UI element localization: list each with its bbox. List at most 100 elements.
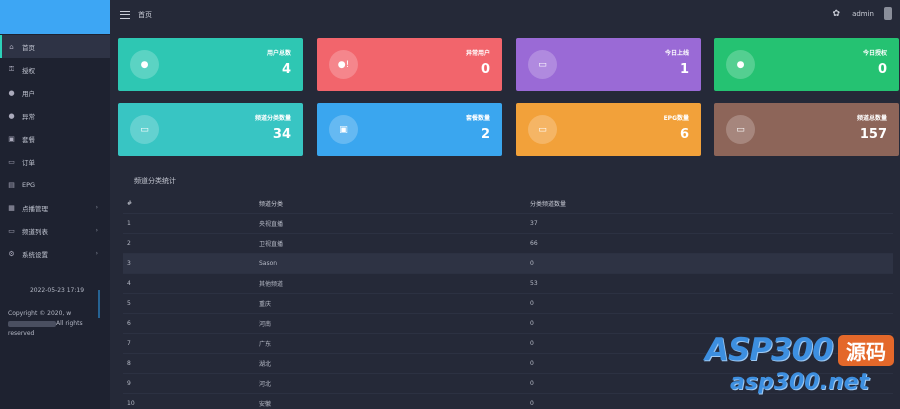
row-category: 重庆	[259, 301, 272, 308]
stat-card-label: 异常用户	[465, 50, 490, 57]
sidebar-item-7[interactable]: ▦ 点播管理 ›	[0, 196, 110, 219]
stat-card[interactable]: ●! 异常用户 0	[317, 38, 502, 91]
vod-icon: ▦	[8, 203, 15, 212]
table-row: 3 Sason 0	[123, 254, 893, 274]
sidebar-item-3[interactable]: ● 异常	[0, 104, 110, 127]
stat-card[interactable]: ● 用户总数 4	[118, 38, 303, 91]
tv-icon: ▭	[726, 115, 755, 144]
sidebar-item-0[interactable]: ⌂ 首页	[0, 35, 110, 58]
row-category: 广东	[259, 341, 272, 348]
sidebar-item-label: 用户	[22, 89, 35, 98]
sidebar-item-5[interactable]: ▭ 订单	[0, 150, 110, 173]
stat-card[interactable]: ▭ 频道总数量 157	[714, 103, 899, 156]
watermark-brand: ASP300	[705, 332, 834, 368]
home-icon: ⌂	[9, 42, 14, 51]
table-row: 6 河南 0	[123, 314, 893, 334]
menu-toggle-icon[interactable]	[120, 10, 130, 19]
row-index: 2	[127, 240, 131, 247]
row-category: 河南	[259, 321, 272, 328]
header-actions: ✿ admin	[833, 7, 892, 20]
channel-list-icon: ▭	[8, 226, 15, 235]
sidebar-item-label: EPG	[22, 180, 36, 189]
stat-card-value: 157	[859, 127, 887, 142]
table-header: # 频道分类 分类频道数量	[123, 194, 893, 214]
stats-title: 频道分类统计	[134, 177, 176, 185]
table-row: 5 重庆 0	[123, 294, 893, 314]
user-icon: ●	[8, 88, 15, 97]
table-row: 4 其他频道 53	[123, 274, 893, 294]
sidebar-item-label: 频道列表	[22, 227, 48, 236]
epg-icon: ▤	[8, 180, 15, 189]
sidebar-footer: 2022-05-23 17:19 Copyright © 2020, w All…	[8, 286, 106, 339]
stat-card-label: 频道分类数量	[254, 115, 291, 122]
col-index-header: #	[127, 200, 133, 207]
table-row: 10 安徽 0	[123, 394, 893, 409]
row-index: 3	[127, 260, 131, 267]
stat-card-value: 4	[281, 62, 291, 77]
chevron-right-icon: ›	[95, 250, 98, 257]
watermark-domain: asp300.net	[730, 370, 870, 395]
chevron-right-icon: ›	[95, 227, 98, 234]
copyright-suffix: All rights	[56, 320, 83, 327]
sidebar-item-2[interactable]: ● 用户	[0, 81, 110, 104]
stat-card[interactable]: ● 今日授权 0	[714, 38, 899, 91]
breadcrumb[interactable]: 首页	[138, 10, 152, 20]
stat-card-value: 1	[679, 62, 689, 77]
stat-card[interactable]: ▣ 套餐数量 2	[317, 103, 502, 156]
stat-card-value: 0	[877, 62, 887, 77]
stat-card-value: 6	[679, 127, 689, 142]
stat-card[interactable]: ▭ 频道分类数量 34	[118, 103, 303, 156]
sidebar-item-label: 授权	[22, 66, 35, 75]
sidebar-item-1[interactable]: ⚿ 授权	[0, 58, 110, 81]
sidebar-item-label: 订单	[22, 158, 35, 167]
stat-card-label: 今日授权	[862, 50, 887, 57]
row-category: Sason	[259, 260, 278, 267]
monitor-icon: ▭	[528, 115, 557, 144]
stat-card-value: 34	[272, 127, 291, 142]
row-count: 0	[530, 300, 534, 307]
table-row: 2 卫视直播 66	[123, 234, 893, 254]
user-key-icon: ●	[726, 50, 755, 79]
sidebar-datetime: 2022-05-23 17:19	[29, 287, 85, 294]
stat-card-value: 0	[480, 62, 490, 77]
sidebar-item-label: 套餐	[22, 135, 35, 144]
col-count-header: 分类频道数量	[530, 201, 567, 208]
sidebar-item-9[interactable]: ⚙ 系统设置 ›	[0, 242, 110, 265]
row-count: 53	[530, 280, 538, 287]
row-category: 湖北	[259, 361, 272, 368]
top-header: 首页 ✿ admin	[110, 0, 900, 29]
stat-card[interactable]: ▭ 今日上线 1	[516, 38, 701, 91]
package-icon: ▣	[8, 134, 15, 143]
sidebar: ⌂ 首页 ⚿ 授权 ● 用户 ● 异常 ▣ 套餐 ▭ 订单 ▤ EPG ▦ 点播管理 › ▭ 频道列表 › ⚙ 系统设置 ›…	[0, 0, 110, 409]
stat-card-label: 今日上线	[664, 50, 689, 57]
stat-card[interactable]: ▭ EPG数量 6	[516, 103, 701, 156]
row-category: 央视直播	[259, 221, 284, 228]
sidebar-item-label: 首页	[22, 43, 35, 52]
sidebar-item-8[interactable]: ▭ 频道列表 ›	[0, 219, 110, 242]
row-count: 37	[530, 220, 538, 227]
user-warning-icon: ●	[8, 111, 15, 120]
table-row: 1 央视直播 37	[123, 214, 893, 234]
avatar[interactable]	[884, 7, 892, 20]
row-count: 0	[530, 400, 534, 407]
sidebar-item-4[interactable]: ▣ 套餐	[0, 127, 110, 150]
monitor-icon: ▭	[130, 115, 159, 144]
lock-icon: ▣	[329, 115, 358, 144]
key-icon: ⚿	[8, 65, 15, 73]
palette-icon[interactable]: ✿	[833, 9, 841, 19]
stat-card-label: EPG数量	[663, 115, 689, 122]
order-icon: ▭	[8, 157, 15, 166]
row-index: 8	[127, 360, 131, 367]
user-menu[interactable]: admin	[852, 10, 874, 18]
sidebar-item-label: 异常	[22, 112, 35, 121]
col-category-header: 频道分类	[259, 201, 284, 208]
sidebar-item-6[interactable]: ▤ EPG	[0, 173, 110, 196]
settings-icon: ⚙	[8, 249, 15, 258]
row-index: 1	[127, 220, 131, 227]
sidebar-nav: ⌂ 首页 ⚿ 授权 ● 用户 ● 异常 ▣ 套餐 ▭ 订单 ▤ EPG ▦ 点播管理 › ▭ 频道列表 › ⚙ 系统设置 ›	[0, 35, 110, 265]
row-count: 0	[530, 320, 534, 327]
sidebar-item-label: 系统设置	[22, 250, 48, 259]
stat-card-label: 套餐数量	[465, 115, 490, 122]
row-category: 卫视直播	[259, 241, 284, 248]
copyright-reserved: reserved	[8, 330, 35, 337]
